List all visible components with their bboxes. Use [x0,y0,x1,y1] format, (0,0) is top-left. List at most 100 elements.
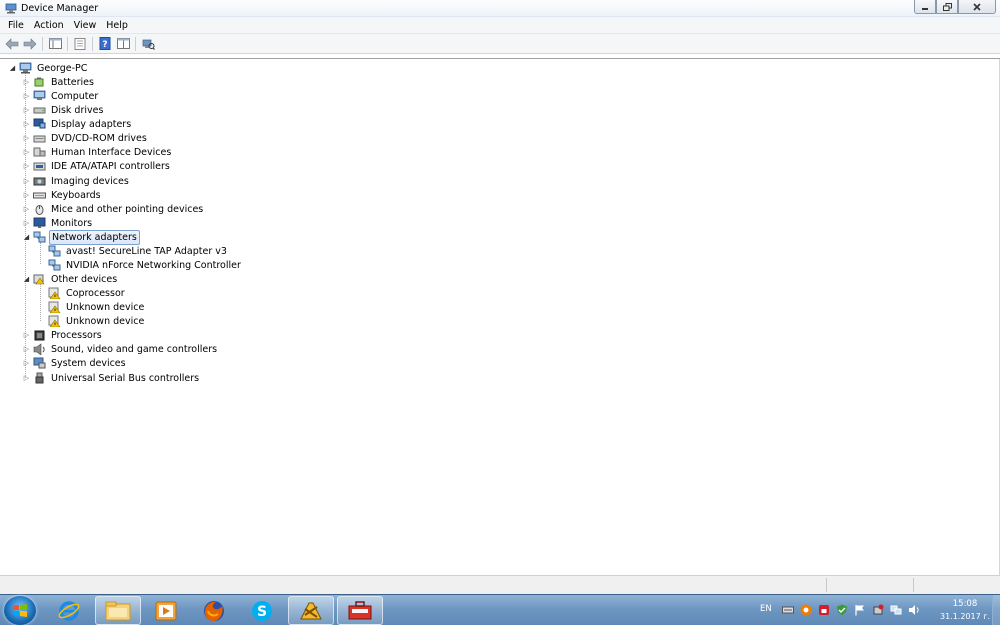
secureline-tray-icon[interactable] [818,604,830,616]
menu-help[interactable]: Help [101,18,133,33]
tree-child-item[interactable]: Unknown device [48,300,146,314]
keyboard-tray-icon[interactable] [782,604,794,616]
scan-hardware-icon [142,39,155,50]
properties-button[interactable] [71,36,89,52]
network-tray-icon[interactable] [890,604,902,616]
tree-item-label: Other devices [51,273,118,285]
ide-controller-icon [33,162,46,171]
show-hide-console-tree-button[interactable] [46,36,64,52]
expand-triangle-icon[interactable]: ▷ [22,162,31,171]
tree-item-display-adapters[interactable]: ▷ Display adapters [22,117,133,131]
restore-button[interactable] [936,0,958,14]
expand-triangle-icon[interactable]: ▷ [22,219,31,228]
close-button[interactable] [958,0,996,14]
tree-child-item[interactable]: Unknown device [48,314,146,328]
taskbar-firefox[interactable] [191,596,237,625]
tree-item-dvd-cd-rom-drives[interactable]: ▷ DVD/CD-ROM drives [22,131,149,145]
taskbar-internet-explorer[interactable] [46,596,92,625]
clock-date[interactable]: 31.1.2017 г. [934,612,996,621]
close-icon [973,2,981,11]
tree-item-disk-drives[interactable]: ▷ Disk drives [22,103,105,117]
taskbar-winamp[interactable] [288,596,334,625]
tree-item-network-adapters[interactable]: ◢ Network adapters [22,229,140,245]
tree-item-human-interface-devices[interactable]: ▷ Human Interface Devices [22,145,173,159]
status-bar [0,575,1000,594]
minimize-button[interactable] [914,0,936,14]
tree-item-mice-and-other-pointing-devices[interactable]: ▷ Mice and other pointing devices [22,202,205,216]
status-separator [826,578,827,592]
tree-item-label: avast! SecureLine TAP Adapter v3 [66,245,227,257]
show-desktop-button[interactable] [992,595,1000,625]
tree-item-system-devices[interactable]: ▷ System devices [22,356,128,370]
internet-explorer-icon [58,600,80,621]
tree-item-label: DVD/CD-ROM drives [51,132,147,144]
battery-icon [34,77,44,87]
tree-item-other-devices[interactable]: ◢ Other devices [22,272,119,286]
menu-action[interactable]: Action [29,18,69,33]
expand-triangle-icon[interactable]: ▷ [22,359,31,368]
tree-item-imaging-devices[interactable]: ▷ Imaging devices [22,174,131,188]
taskbar-file-explorer[interactable] [95,596,141,625]
expand-triangle-icon[interactable]: ▷ [22,92,31,101]
tree-item-keyboards[interactable]: ▷ Keyboards [22,188,103,202]
collapse-triangle-icon[interactable]: ◢ [22,275,31,284]
tree-item-ide-ata-atapi-controllers[interactable]: ▷ IDE ATA/ATAPI controllers [22,159,172,173]
tree-item-batteries[interactable]: ▷ Batteries [22,75,96,89]
expand-triangle-icon[interactable]: ▷ [22,148,31,157]
update-driver-button[interactable] [114,36,132,52]
security-shield-tray-icon[interactable] [836,604,848,616]
window-title: Device Manager [21,3,99,14]
device-manager-app-icon [5,3,17,14]
menu-file[interactable]: File [3,18,29,33]
tree-item-processors[interactable]: ▷ Processors [22,328,104,342]
volume-tray-icon[interactable] [908,604,920,616]
expand-triangle-icon[interactable]: ▷ [22,205,31,214]
expand-triangle-icon[interactable]: ▷ [22,345,31,354]
clock-time[interactable]: 15:08 [940,599,990,609]
tree-item-universal-serial-bus-controllers[interactable]: ▷ Universal Serial Bus controllers [22,371,201,385]
expand-triangle-icon[interactable]: ▷ [22,78,31,87]
language-indicator[interactable]: EN [760,604,772,614]
forward-arrow-icon [23,37,37,50]
title-bar[interactable]: Device Manager [0,0,1000,17]
help-button[interactable]: ? [96,36,114,52]
system-devices-icon [33,357,46,369]
tree-child-item[interactable]: NVIDIA nForce Networking Controller [48,258,243,272]
device-tree-panel[interactable]: ◢ George-PC ▷ Batteries ▷ Computer ▷ Disk dri… [0,58,1000,576]
tree-item-label: Monitors [51,217,93,229]
expand-triangle-icon[interactable]: ▷ [22,374,31,383]
expand-triangle-icon[interactable]: ▷ [22,177,31,186]
restore-icon [942,2,952,11]
tree-item-sound-video-and-game-controllers[interactable]: ▷ Sound, video and game controllers [22,342,219,356]
expand-triangle-icon[interactable]: ▷ [22,134,31,143]
expand-triangle-icon[interactable]: ▷ [22,191,31,200]
tree-child-item[interactable]: Coprocessor [48,286,127,300]
scan-hardware-button[interactable] [139,36,157,52]
tree-item-computer[interactable]: ▷ Computer [22,89,100,103]
back-button[interactable] [3,36,21,52]
expand-triangle-icon[interactable]: ▷ [22,331,31,340]
expand-triangle-icon[interactable]: ▷ [22,120,31,129]
taskbar-device-manager[interactable] [337,596,383,625]
tree-item-label: Universal Serial Bus controllers [51,372,200,384]
tree-item-label: Computer [51,90,99,102]
expand-triangle-icon[interactable]: ▷ [22,106,31,115]
tree-item-label: Network adapters [49,229,140,245]
tree-root[interactable]: ◢ George-PC [8,61,89,75]
menu-view[interactable]: View [69,18,102,33]
start-button[interactable] [4,596,36,625]
avast-tray-icon[interactable] [800,604,812,616]
collapse-triangle-icon[interactable]: ◢ [8,64,17,73]
tree-item-label: Coprocessor [66,287,125,299]
camera-icon [33,177,46,186]
remove-hardware-tray-icon[interactable] [872,604,884,616]
forward-button[interactable] [21,36,39,52]
taskbar-media-player[interactable] [143,596,189,625]
toolbar-separator [42,36,43,51]
taskbar-skype[interactable]: S [239,596,285,625]
tree-item-monitors[interactable]: ▷ Monitors [22,216,94,230]
child-network-icon [48,259,61,271]
collapse-triangle-icon[interactable]: ◢ [22,233,31,242]
tree-child-item[interactable]: avast! SecureLine TAP Adapter v3 [48,244,229,258]
action-center-flag-icon[interactable] [854,604,866,616]
